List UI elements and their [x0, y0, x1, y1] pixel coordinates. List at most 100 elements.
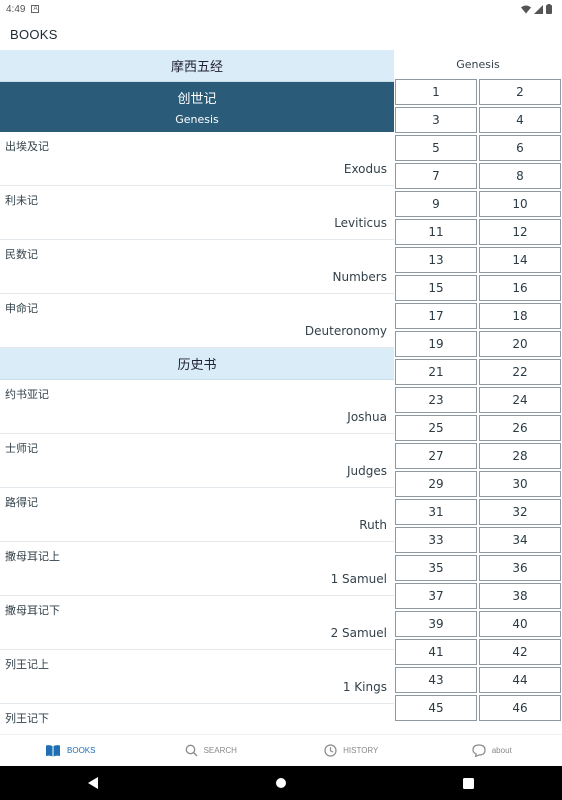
chapters-panel[interactable]: Genesis 1 2 3 4 5 6 7 8 9 10 11 12 13 14 15 16 17 18 19 20 2…	[394, 50, 562, 734]
wifi-icon	[521, 5, 531, 13]
book-cn-label: 列王记下	[5, 712, 49, 725]
nav-search-label: SEARCH	[203, 746, 237, 755]
status-right	[521, 4, 552, 14]
book-item-genesis-selected[interactable]: 创世记 Genesis	[0, 82, 394, 132]
nav-books[interactable]: BOOKS	[0, 735, 141, 766]
chapter-button[interactable]: 11	[395, 219, 477, 245]
book-en-label: 1 Samuel	[330, 572, 387, 586]
books-list[interactable]: 摩西五经 创世记 Genesis 出埃及记 Exodus 利未记 Levitic…	[0, 50, 394, 734]
book-en-label: 2 Samuel	[330, 626, 387, 640]
chapter-button[interactable]: 33	[395, 527, 477, 553]
chapter-button[interactable]: 29	[395, 471, 477, 497]
chapter-button[interactable]: 24	[479, 387, 561, 413]
book-cn-label: 撒母耳记上	[5, 550, 60, 563]
book-en-label: Genesis	[175, 113, 219, 126]
chapter-button[interactable]: 14	[479, 247, 561, 273]
status-left: 4:49 A	[6, 3, 40, 15]
recents-icon[interactable]	[463, 777, 474, 789]
nav-books-label: BOOKS	[67, 746, 96, 755]
chapter-button[interactable]: 9	[395, 191, 477, 217]
book-en-label: Numbers	[332, 270, 387, 284]
book-item-judges[interactable]: 士师记 Judges	[0, 434, 394, 488]
chapter-button[interactable]: 31	[395, 499, 477, 525]
chapter-button[interactable]: 6	[479, 135, 561, 161]
chapter-button[interactable]: 2	[479, 79, 561, 105]
chapter-button[interactable]: 19	[395, 331, 477, 357]
book-cn-label: 路得记	[5, 496, 38, 509]
book-cn-label: 利未记	[5, 194, 38, 207]
book-item-exodus[interactable]: 出埃及记 Exodus	[0, 132, 394, 186]
book-en-label: Exodus	[343, 162, 387, 176]
chapter-button[interactable]: 46	[479, 695, 561, 721]
search-icon	[185, 744, 198, 757]
chapter-button[interactable]: 44	[479, 667, 561, 693]
chapter-button[interactable]: 8	[479, 163, 561, 189]
chapter-button[interactable]: 25	[395, 415, 477, 441]
chapter-button[interactable]: 13	[395, 247, 477, 273]
chapter-button[interactable]: 12	[479, 219, 561, 245]
chapter-button[interactable]: 18	[479, 303, 561, 329]
book-item-leviticus[interactable]: 利未记 Leviticus	[0, 186, 394, 240]
chapter-button[interactable]: 39	[395, 611, 477, 637]
chapter-button[interactable]: 17	[395, 303, 477, 329]
section-header-history: 历史书	[0, 348, 394, 380]
book-item-1-samuel[interactable]: 撒母耳记上 1 Samuel	[0, 542, 394, 596]
chapter-grid: 1 2 3 4 5 6 7 8 9 10 11 12 13 14 15 16 17 18 19 20 21 22 23 24 2…	[394, 79, 562, 721]
chapter-button[interactable]: 35	[395, 555, 477, 581]
book-item-2-kings[interactable]: 列王记下	[0, 704, 394, 734]
chapter-button[interactable]: 3	[395, 107, 477, 133]
status-time: 4:49	[6, 3, 26, 15]
chapter-button[interactable]: 23	[395, 387, 477, 413]
book-item-2-samuel[interactable]: 撒母耳记下 2 Samuel	[0, 596, 394, 650]
chapter-button[interactable]: 40	[479, 611, 561, 637]
system-nav-bar	[0, 766, 562, 800]
chapter-button[interactable]: 41	[395, 639, 477, 665]
chapter-button[interactable]: 28	[479, 443, 561, 469]
chapter-button[interactable]: 36	[479, 555, 561, 581]
chapter-button[interactable]: 4	[479, 107, 561, 133]
chapter-button[interactable]: 22	[479, 359, 561, 385]
book-item-ruth[interactable]: 路得记 Ruth	[0, 488, 394, 542]
book-item-numbers[interactable]: 民数记 Numbers	[0, 240, 394, 294]
book-cn-label: 撒母耳记下	[5, 604, 60, 617]
chapter-button[interactable]: 7	[395, 163, 477, 189]
chat-bubble-icon	[472, 744, 486, 757]
book-cn-label: 约书亚记	[5, 388, 49, 401]
notification-icon: A	[31, 5, 40, 13]
nav-search[interactable]: SEARCH	[141, 735, 282, 766]
chapter-button[interactable]: 43	[395, 667, 477, 693]
chapter-button[interactable]: 32	[479, 499, 561, 525]
book-cn-label: 民数记	[5, 248, 38, 261]
book-item-joshua[interactable]: 约书亚记 Joshua	[0, 380, 394, 434]
book-cn-label: 出埃及记	[5, 140, 49, 153]
nav-history[interactable]: HISTORY	[281, 735, 422, 766]
chapter-button[interactable]: 26	[479, 415, 561, 441]
chapter-button[interactable]: 34	[479, 527, 561, 553]
book-item-deuteronomy[interactable]: 申命记 Deuteronomy	[0, 294, 394, 348]
chapter-button[interactable]: 38	[479, 583, 561, 609]
chapter-button[interactable]: 27	[395, 443, 477, 469]
book-cn-label: 申命记	[5, 302, 38, 315]
chapter-button[interactable]: 21	[395, 359, 477, 385]
chapter-button[interactable]: 37	[395, 583, 477, 609]
chapter-button[interactable]: 16	[479, 275, 561, 301]
chapter-button[interactable]: 1	[395, 79, 477, 105]
book-en-label: Judges	[346, 464, 387, 478]
back-icon[interactable]	[88, 777, 99, 789]
nav-about-label: about	[491, 746, 512, 755]
chapter-button[interactable]: 5	[395, 135, 477, 161]
chapter-button[interactable]: 30	[479, 471, 561, 497]
chapter-button[interactable]: 20	[479, 331, 561, 357]
chapter-button[interactable]: 10	[479, 191, 561, 217]
book-en-label: Deuteronomy	[304, 324, 387, 338]
chapter-button[interactable]: 42	[479, 639, 561, 665]
chapter-button[interactable]: 45	[395, 695, 477, 721]
clock-icon	[324, 744, 337, 757]
nav-about[interactable]: about	[422, 735, 562, 766]
book-cn-label: 列王记上	[5, 658, 49, 671]
section-header-pentateuch: 摩西五经	[0, 50, 394, 82]
book-en-label: Leviticus	[334, 216, 387, 230]
chapter-button[interactable]: 15	[395, 275, 477, 301]
home-icon[interactable]	[275, 777, 287, 789]
book-item-1-kings[interactable]: 列王记上 1 Kings	[0, 650, 394, 704]
